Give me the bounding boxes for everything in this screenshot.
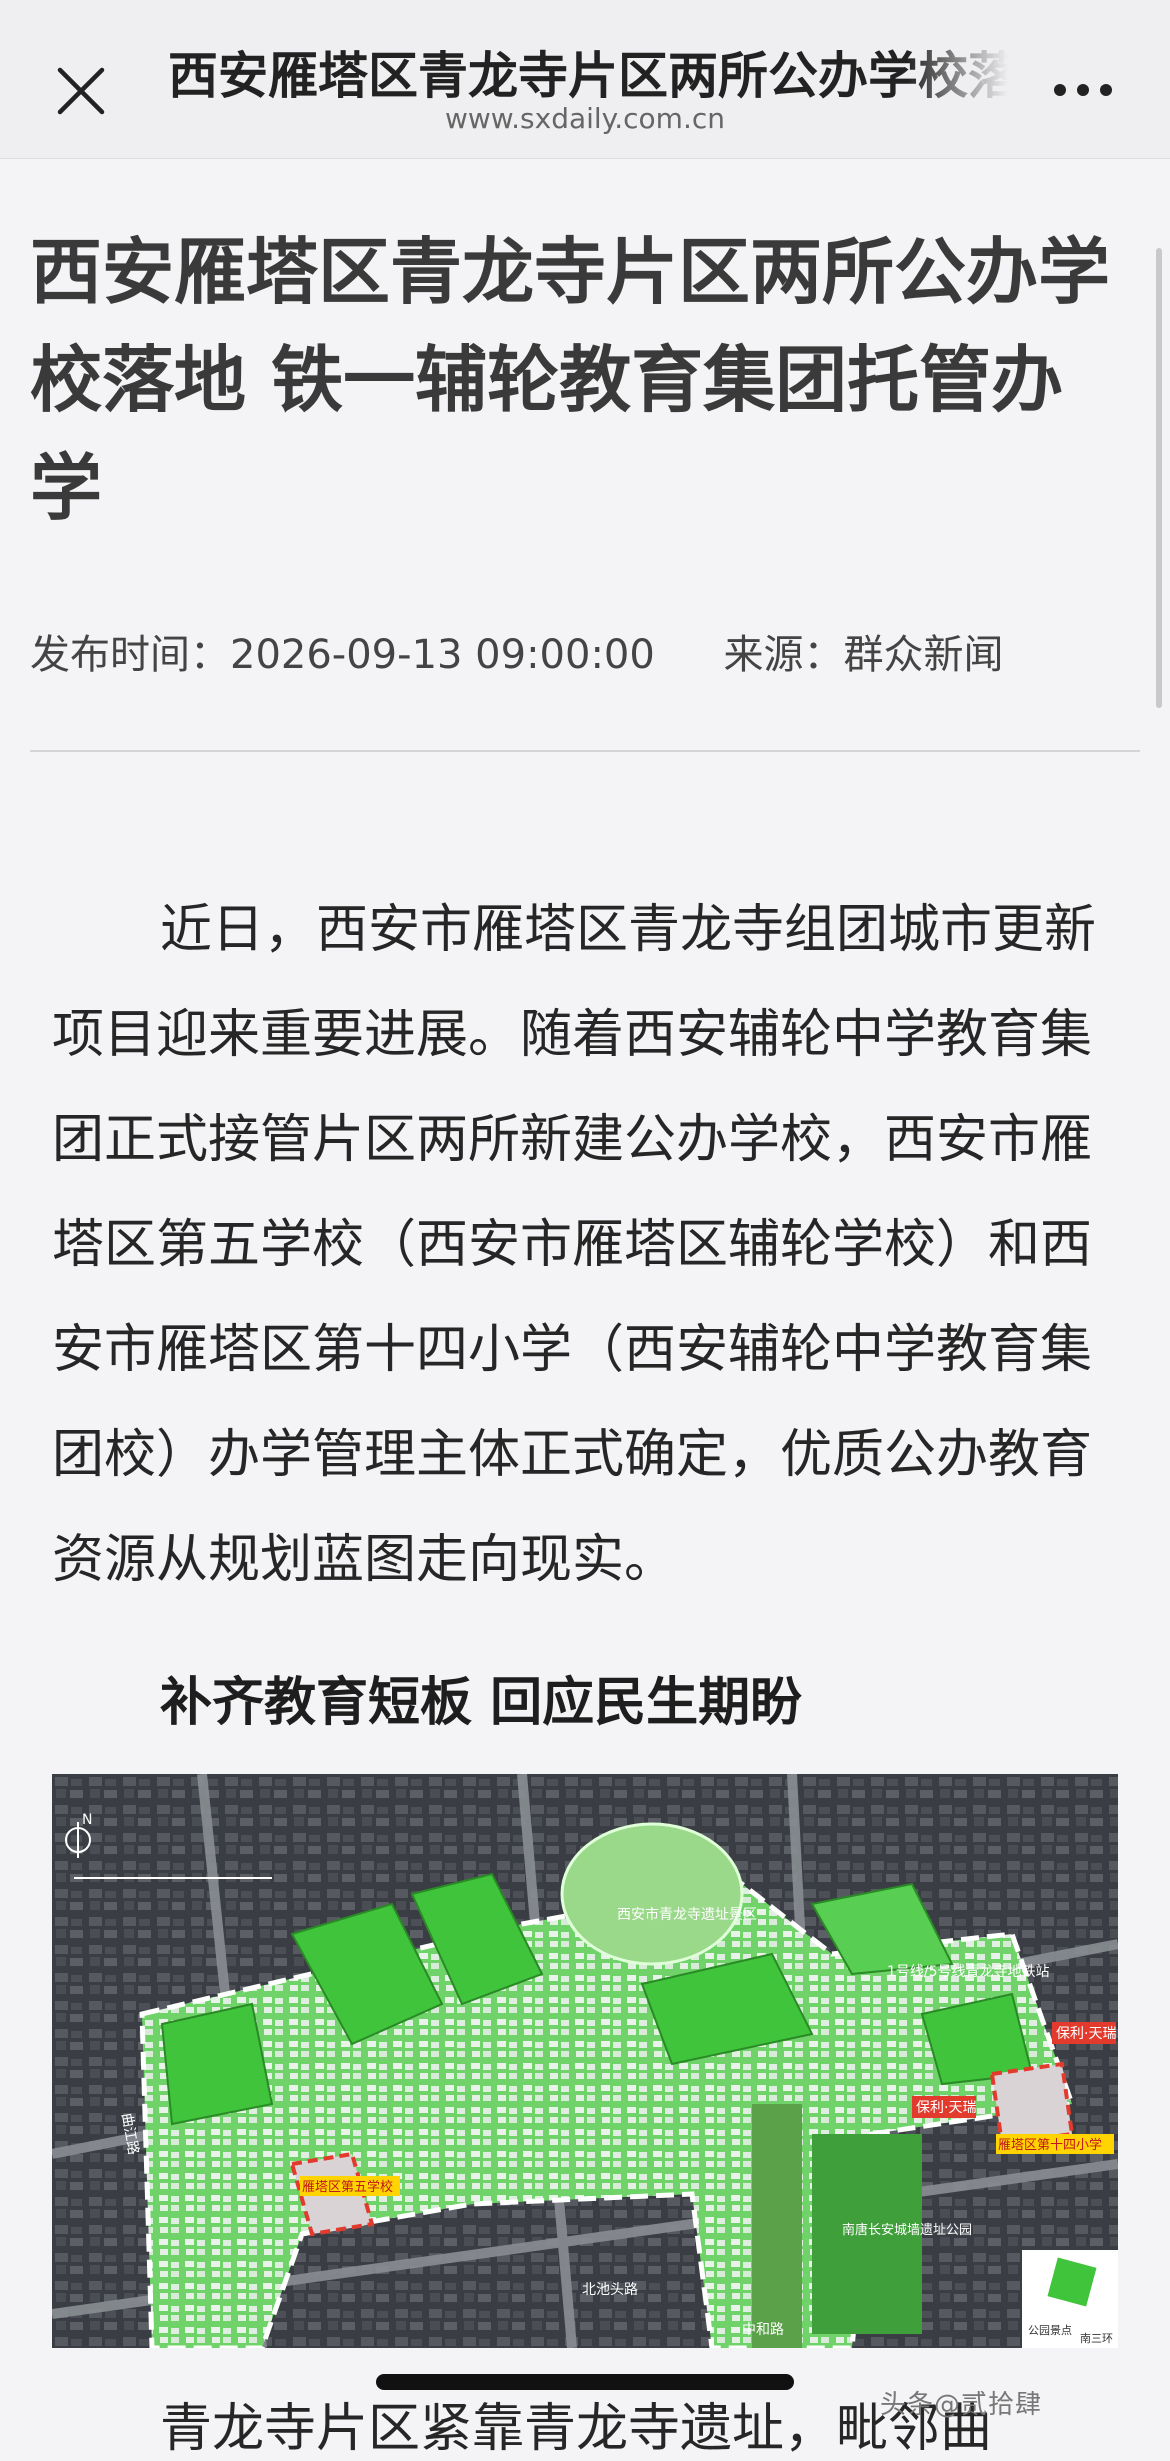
map-label-road-mid: 中和路 [742,2322,784,2338]
next-paragraph-start: 青龙寺片区紧靠青龙寺遗址，毗邻曲 [160,2399,993,2459]
page-title-bar: 西安雁塔区青龙寺片区两所公办学校落地 铁一辅轮教育集团托管办学 [168,47,1008,105]
more-menu-icon[interactable] [1052,78,1114,102]
map-label-tang-park: 南唐长安城墙遗址公园 [842,2222,972,2238]
map-label-poly-2: 保利·天瑞 [912,2096,976,2118]
svg-text:雁塔区第五学校: 雁塔区第五学校 [302,2179,393,2195]
map-legend-box: 公园景点 南三环 [1022,2250,1118,2348]
map-label-road-south: 北池头路 [582,2282,638,2298]
source-name: 群众新闻 [843,632,1004,678]
page-domain: www.sxdaily.com.cn [445,102,725,135]
home-indicator[interactable] [376,2374,794,2390]
map-label-park: 西安市青龙寺遗址景区 [617,1906,757,1923]
svg-text:保利·天瑞: 保利·天瑞 [916,2100,976,2116]
publish-time: 2026-09-13 09:00:00 [230,632,655,678]
map-label-school-5: 雁塔区第五学校 [300,2176,400,2196]
watermark: 头条@贰拾肆 [880,2390,1043,2420]
svg-text:保利·天瑞: 保利·天瑞 [1056,2026,1116,2042]
map-label-metro: 1号线/5号线青龙寺地铁站 [887,1964,1050,1980]
map-label-poly-1: 保利·天瑞 [1052,2022,1116,2044]
svg-text:雁塔区第十四小学: 雁塔区第十四小学 [998,2137,1102,2153]
svg-text:N: N [82,1812,92,1828]
publish-label: 发布时间： [30,632,230,678]
article-meta: 发布时间：2026-09-13 09:00:00 来源：群众新闻 [30,622,1004,680]
svg-text:公园景点: 公园景点 [1028,2324,1072,2337]
scrollbar[interactable] [1156,248,1162,708]
browser-top-bar: 西安雁塔区青龙寺片区两所公办学校落地 铁一辅轮教育集团托管办学 www.sxda… [0,0,1170,159]
source-label: 来源： [723,632,844,678]
svg-text:南三环: 南三环 [1080,2332,1113,2345]
article-title: 西安雁塔区青龙寺片区两所公办学校落地 铁一辅轮教育集团托管办学 [30,230,1111,530]
section-heading: 补齐教育短板 回应民生期盼 [160,1673,803,1733]
planning-map-image[interactable]: N 西安市青龙寺遗址景区 1号线/5号线青龙寺地铁站 保利·天瑞 保利·天瑞 雁… [52,1774,1118,2348]
divider [30,750,1140,752]
close-icon[interactable] [52,62,112,122]
map-label-school-14: 雁塔区第十四小学 [996,2134,1114,2154]
article-paragraph: 近日，西安市雁塔区青龙寺组团城市更新项目迎来重要进展。随着西安辅轮中学教育集团正… [52,900,1097,1590]
